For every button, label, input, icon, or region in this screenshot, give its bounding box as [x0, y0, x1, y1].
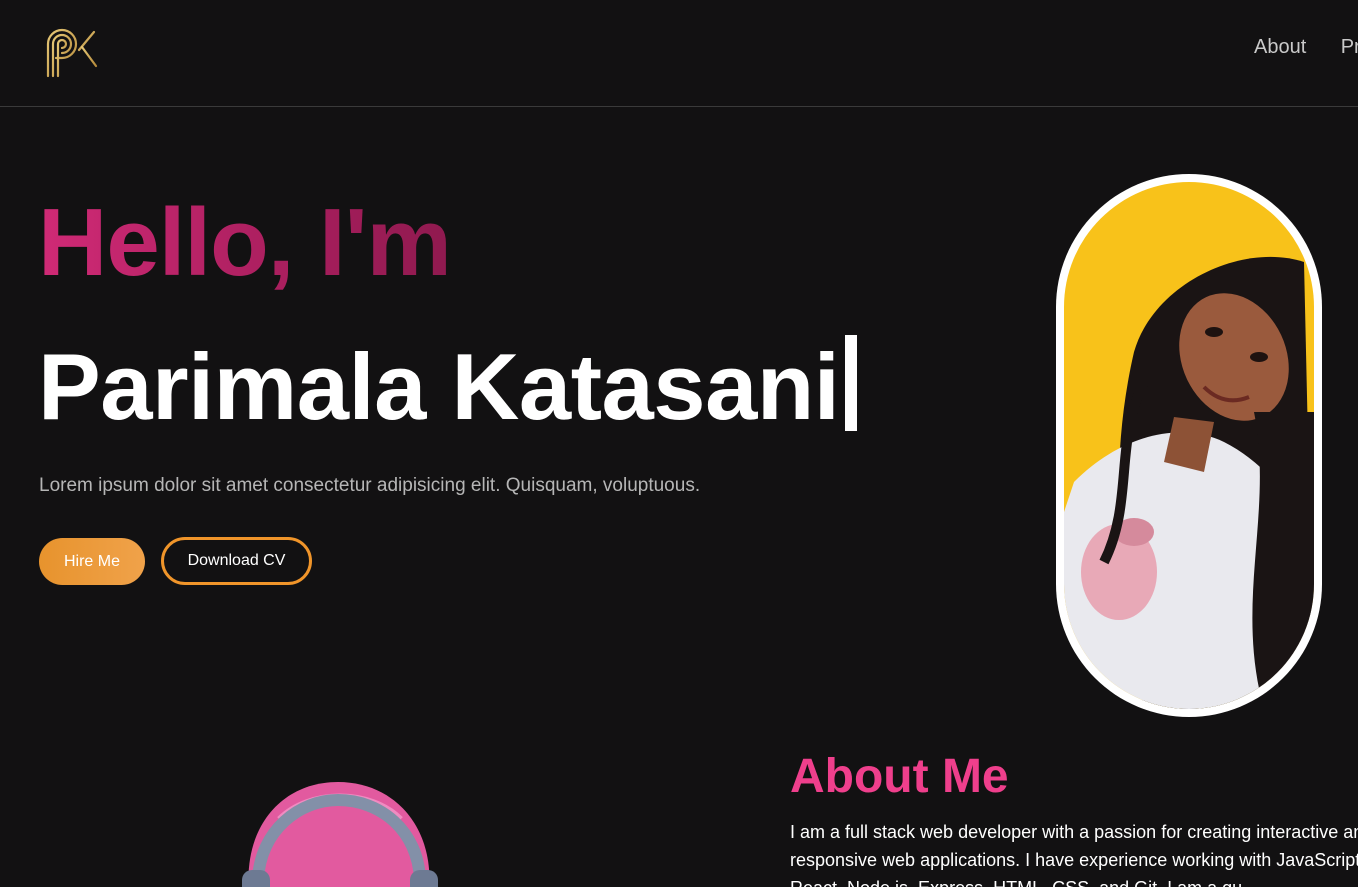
site-header: About Pr	[0, 0, 1358, 107]
logo-monogram-icon[interactable]	[42, 20, 100, 80]
hire-me-button[interactable]: Hire Me	[39, 538, 145, 585]
about-title: About Me	[790, 750, 1009, 803]
nav-link-about[interactable]: About	[1254, 36, 1306, 59]
about-description: I am a full stack web developer with a p…	[790, 822, 1358, 887]
portrait-illustration	[1064, 256, 1314, 709]
portrait-photo	[1064, 182, 1314, 709]
hero-name-text: Parimala Katasani	[38, 334, 840, 439]
download-cv-button[interactable]: Download CV	[161, 537, 312, 585]
typing-cursor-icon	[845, 335, 858, 431]
portrait-frame	[1056, 174, 1322, 717]
top-nav: About Pr	[1254, 36, 1358, 59]
avatar-3d-illustration	[242, 782, 438, 887]
hero-intro-text: Lorem ipsum dolor sit amet consectetur a…	[39, 475, 701, 496]
page: About Pr Hello, I'm Parimala Katasani Lo…	[0, 0, 1358, 887]
nav-link-projects[interactable]: Pr	[1341, 36, 1358, 59]
hero-greeting: Hello, I'm	[38, 189, 452, 296]
hero-name: Parimala Katasani	[38, 332, 858, 442]
